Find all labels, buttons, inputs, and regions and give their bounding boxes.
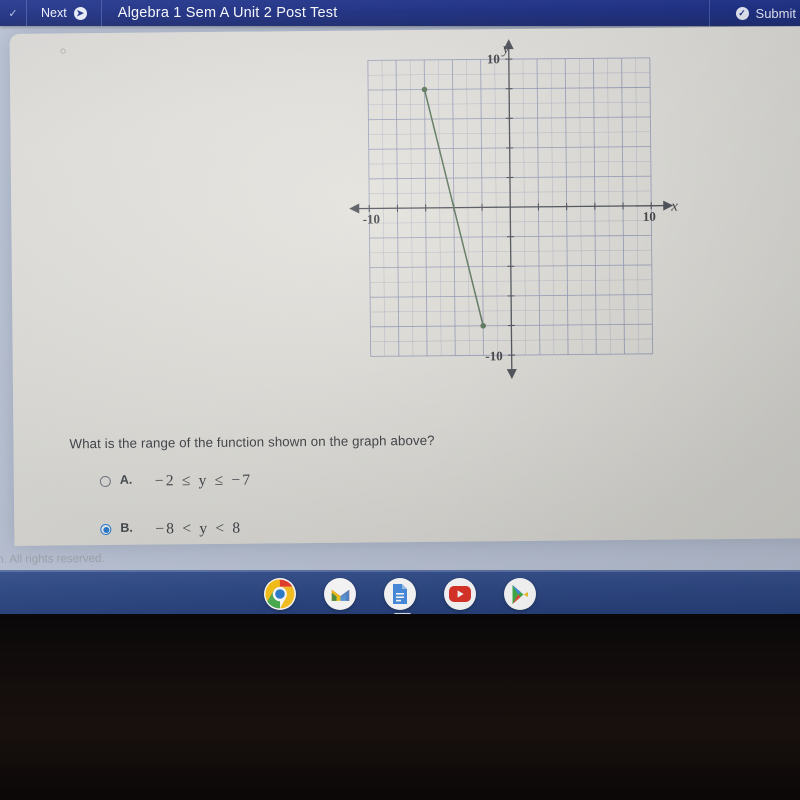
gmail-icon[interactable]	[324, 578, 356, 610]
copyright-text: m. All rights reserved.	[0, 552, 105, 566]
next-button[interactable]: Next ➤	[27, 0, 101, 26]
play-store-glyph	[512, 584, 528, 604]
answer-choice-a[interactable]: A. −2 ≤ y ≤ −7	[99, 471, 253, 491]
chrome-glyph	[265, 579, 295, 609]
x-axis-label: x	[670, 198, 678, 214]
chrome-icon[interactable]	[264, 578, 296, 610]
play-store-icon[interactable]	[504, 578, 536, 610]
check-circle-icon: ✓	[735, 6, 749, 20]
choice-text-a: −2 ≤ y ≤ −7	[154, 471, 253, 490]
radio-button-b[interactable]	[100, 523, 112, 536]
question-text: What is the range of the function shown …	[69, 432, 435, 452]
submit-button-label: Submit	[755, 5, 796, 21]
laptop-screen: ✓ Next ➤ Algebra 1 Sem A Unit 2 Post Tes…	[0, 0, 800, 618]
choice-letter-a: A.	[119, 472, 133, 487]
submit-button[interactable]: ✓ Submit	[724, 0, 800, 26]
docs-icon[interactable]	[384, 578, 416, 610]
docs-glyph	[393, 584, 407, 604]
toolbar-divider	[709, 0, 710, 26]
radio-button-a[interactable]	[99, 475, 111, 488]
laptop-photo: ✓ Next ➤ Algebra 1 Sem A Unit 2 Post Tes…	[0, 0, 800, 800]
svg-text:-10: -10	[363, 211, 380, 226]
laptop-body: hp	[0, 614, 800, 800]
svg-text:10: 10	[643, 209, 656, 224]
youtube-icon[interactable]	[444, 578, 476, 610]
taskbar	[0, 570, 800, 618]
svg-text:10: 10	[487, 51, 500, 66]
gmail-glyph	[331, 589, 349, 601]
choice-letter-b: B.	[120, 520, 133, 535]
check-circle-icon: ✓	[8, 7, 18, 20]
svg-text:-10: -10	[485, 348, 502, 363]
next-button-label: Next	[41, 6, 67, 20]
loading-spinner-icon: ○	[59, 45, 67, 58]
arrow-right-circle-icon: ➤	[73, 6, 87, 20]
choice-text-b: −8 < y < 8	[155, 519, 243, 538]
youtube-glyph	[449, 586, 471, 602]
graph-svg: -10 10 10 -10 x y	[349, 39, 678, 380]
y-axis-label: y	[501, 41, 510, 57]
test-page: ○ -10 10 10 -10 x y What is the range of th…	[9, 26, 800, 546]
test-toolbar: ✓ Next ➤ Algebra 1 Sem A Unit 2 Post Tes…	[0, 0, 800, 26]
answer-choice-b[interactable]: B. −8 < y < 8	[100, 520, 242, 539]
page-title: Algebra 1 Sem A Unit 2 Post Test	[117, 5, 338, 21]
function-graph: -10 10 10 -10 x y	[340, 35, 688, 393]
